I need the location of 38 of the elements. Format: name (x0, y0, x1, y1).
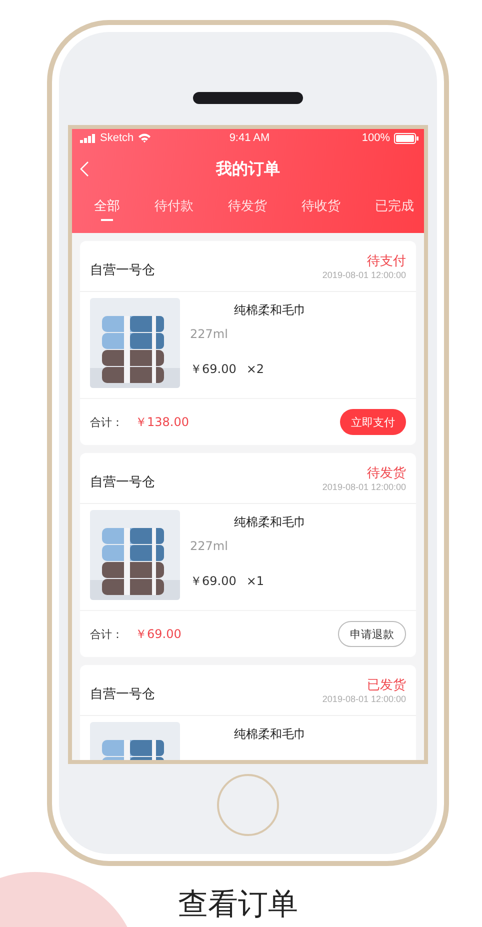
product-name: 纯棉柔和毛巾 (234, 726, 306, 743)
product-spec: 227ml (190, 539, 229, 553)
wifi-icon (138, 133, 151, 143)
store-name: 自营一号仓 (90, 474, 155, 491)
order-time: 2019-08-01 12:00:00 (322, 694, 406, 704)
quantity: ×2 (246, 362, 264, 376)
clock-time: 9:41 AM (229, 132, 270, 144)
order-status: 已发货 (367, 677, 406, 694)
battery-percent: 100% (362, 132, 390, 144)
order-time: 2019-08-01 12:00:00 (322, 482, 406, 492)
order-tab[interactable]: 已完成 (375, 191, 414, 233)
order-tab[interactable]: 待发货 (228, 191, 267, 233)
product-spec: 227ml (190, 327, 229, 341)
order-status: 待发货 (367, 465, 406, 482)
refund-button[interactable]: 申请退款 (338, 621, 406, 647)
order-tab[interactable]: 全部 (94, 191, 120, 233)
order-time: 2019-08-01 12:00:00 (322, 270, 406, 280)
unit-price: ￥69.00 (190, 573, 236, 590)
caption-text: 查看订单 (178, 886, 298, 924)
signal-icon (80, 134, 96, 142)
total-label: 合计： (90, 626, 123, 642)
product-name: 纯棉柔和毛巾 (234, 514, 306, 531)
total-label: 合计： (90, 414, 123, 430)
carrier-name: Sketch (100, 132, 134, 144)
order-tab[interactable]: 待收货 (302, 191, 340, 233)
store-name: 自营一号仓 (90, 686, 155, 703)
page-title: 我的订单 (216, 158, 280, 180)
unit-price: ￥69.00 (190, 361, 236, 378)
order-total: ￥69.00 (135, 626, 182, 642)
pay-button[interactable]: 立即支付 (340, 409, 406, 435)
quantity: ×1 (246, 574, 264, 588)
back-icon[interactable] (80, 161, 89, 177)
order-total: ￥138.00 (135, 414, 190, 430)
store-name: 自营一号仓 (90, 262, 155, 279)
product-name: 纯棉柔和毛巾 (234, 302, 306, 319)
order-tab[interactable]: 待付款 (154, 191, 194, 233)
order-status: 待支付 (367, 253, 406, 270)
battery-icon (394, 132, 419, 144)
